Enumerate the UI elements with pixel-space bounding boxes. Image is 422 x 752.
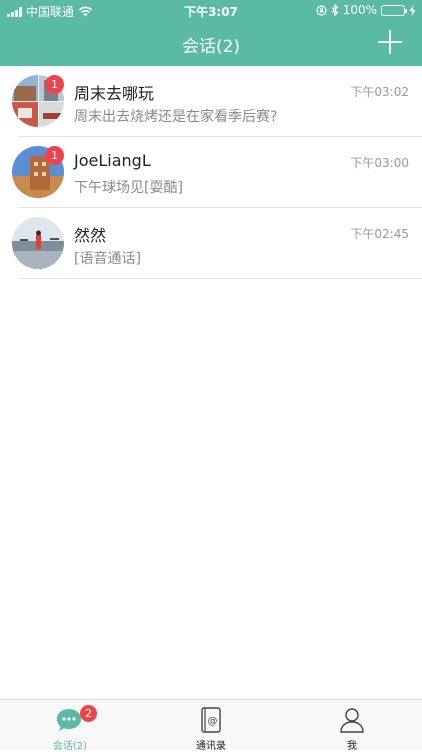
unread-badge: 1 — [45, 146, 64, 165]
user-avatar — [12, 217, 64, 269]
address-book-icon: @ — [201, 707, 221, 733]
person-icon — [340, 708, 364, 733]
chat-bubble-icon — [57, 709, 81, 731]
orientation-lock-icon — [316, 4, 327, 16]
conversation-preview: 周末出去烧烤还是在家看季后赛? — [74, 109, 278, 125]
conversation-name: 周末去哪玩 — [74, 84, 155, 103]
row-divider — [18, 278, 422, 279]
battery-percent: 100% — [342, 3, 377, 17]
tab-me[interactable]: 我 — [282, 700, 422, 752]
conversation-time: 下午03:00 — [350, 156, 409, 170]
charging-icon — [409, 4, 416, 16]
unread-badge: 1 — [45, 75, 64, 94]
conversation-list: 1 周末去哪玩 下午03:02 周末出去烧烤还是在家看季后赛? 1 JoeLia… — [0, 66, 422, 279]
conversation-preview: 下午球场见[耍酷] — [74, 180, 183, 196]
tab-bar: 2 会话(2) @ 通讯录 我 — [0, 699, 422, 752]
tab-contacts[interactable]: @ 通讯录 — [141, 700, 281, 752]
conversation-row[interactable]: 1 周末去哪玩 下午03:02 周末出去烧烤还是在家看季后赛? — [0, 66, 422, 137]
page-title: 会话(2) — [181, 37, 241, 57]
conversation-time: 下午02:45 — [350, 227, 409, 241]
bluetooth-icon — [331, 4, 339, 16]
conversation-row[interactable]: 1 JoeLiangL 下午03:00 下午球场见[耍酷] — [0, 137, 422, 208]
tab-badge: 2 — [80, 705, 97, 722]
conversation-time: 下午03:02 — [350, 85, 409, 99]
conversation-row[interactable]: 然然 下午02:45 [语音通话] — [0, 208, 422, 279]
battery-icon — [381, 4, 407, 16]
conversation-name: 然然 — [74, 226, 107, 245]
conversation-preview: [语音通话] — [74, 251, 141, 267]
add-button[interactable] — [378, 30, 402, 54]
status-bar: 中国联通 下午3:07 100% — [0, 0, 422, 22]
svg-text:@: @ — [208, 716, 218, 727]
conversation-name: JoeLiangL — [74, 151, 151, 170]
tab-conversations[interactable]: 2 会话(2) — [0, 700, 140, 752]
nav-header: 中国联通 下午3:07 100% 会话(2) — [0, 0, 422, 66]
